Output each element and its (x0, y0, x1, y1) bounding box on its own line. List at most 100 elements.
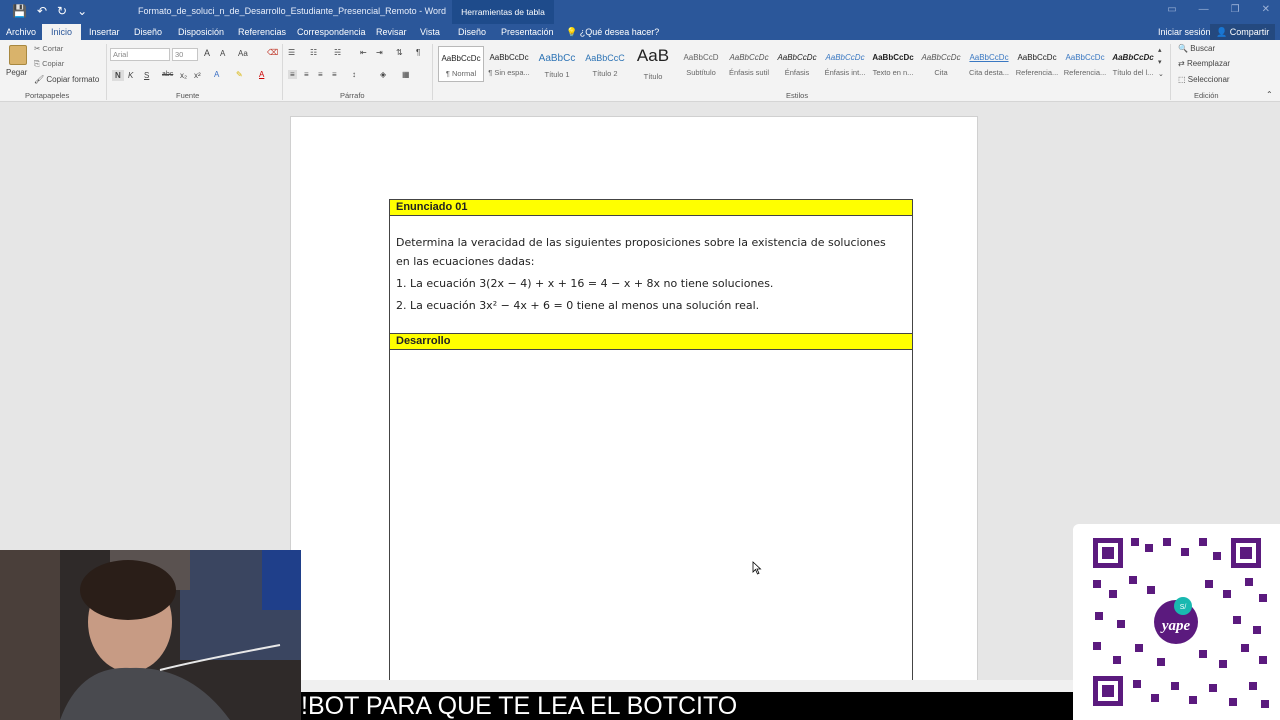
close-icon[interactable]: ✕ (1262, 4, 1270, 15)
tab-disposicion[interactable]: Disposición (178, 24, 224, 40)
numbering-icon[interactable]: ☷ (310, 48, 317, 57)
intro-text-line1[interactable]: Determina la veracidad de las siguientes… (396, 236, 886, 249)
format-painter-button[interactable]: 🖌 Copiar formato (34, 75, 99, 84)
bold-button[interactable]: N (112, 70, 124, 81)
align-left-icon[interactable]: ≡ (288, 70, 297, 79)
webcam-person-image (0, 550, 301, 720)
sign-in-link[interactable]: Iniciar sesión (1158, 24, 1211, 40)
tab-insertar[interactable]: Insertar (89, 24, 120, 40)
style-item[interactable]: AaBbCc Título 1 (534, 46, 580, 82)
style-name: Título del l... (1112, 68, 1154, 77)
style-item[interactable]: AaBbCcDc Cita desta... (966, 46, 1012, 82)
tab-correspondencia[interactable]: Correspondencia (297, 24, 366, 40)
gallery-more-icon[interactable]: ⌄ (1158, 70, 1164, 78)
font-color-icon[interactable]: A (259, 70, 264, 79)
shading-icon[interactable]: ◈ (380, 70, 386, 79)
style-item[interactable]: AaBbCcD Subtítulo (678, 46, 724, 82)
strikethrough-button[interactable]: abc (162, 71, 173, 78)
superscript-button[interactable]: x² (194, 71, 201, 80)
ribbon-options-icon[interactable]: ▭ (1167, 4, 1176, 15)
tab-presentacion[interactable]: Presentación (501, 24, 554, 40)
style-item[interactable]: AaBbCcDc Énfasis int... (822, 46, 868, 82)
share-button[interactable]: 👤 Compartir (1210, 24, 1276, 40)
cut-button[interactable]: ✂ Cortar (34, 44, 63, 53)
tell-me-text: ¿Qué desea hacer? (579, 27, 660, 37)
gallery-scroll-down-icon[interactable]: ▾ (1158, 58, 1162, 66)
style-item[interactable]: AaBbCcDc Referencia... (1062, 46, 1108, 82)
style-item[interactable]: AaBbCcDc Cita (918, 46, 964, 82)
redo-icon[interactable]: ↻ (57, 4, 67, 18)
undo-icon[interactable]: ↶ (37, 4, 47, 18)
style-item[interactable]: AaBbCcDc Énfasis (774, 46, 820, 82)
find-button[interactable]: 🔍 Buscar (1178, 44, 1215, 53)
style-item[interactable]: AaB Título (630, 46, 676, 82)
tab-vista[interactable]: Vista (420, 24, 440, 40)
show-marks-button[interactable]: ¶ (416, 48, 420, 57)
copy-button[interactable]: ⎘ Copiar (34, 59, 64, 69)
tell-me-box[interactable]: 💡 ¿Qué desea hacer? (566, 24, 659, 40)
paste-button[interactable]: Pegar (6, 68, 27, 77)
highlight-icon[interactable]: ✎ (236, 70, 243, 79)
sort-icon[interactable]: ⇅ (396, 48, 403, 57)
tab-table-diseno[interactable]: Diseño (458, 24, 486, 40)
separator (106, 44, 107, 100)
proposition-1[interactable]: 1. La ecuación 3(2x − 4) + x + 16 = 4 − … (396, 277, 773, 290)
text-effects-icon[interactable]: A (214, 70, 219, 79)
window-controls: ▭ — ❐ ✕ (1167, 4, 1270, 15)
decrease-indent-icon[interactable]: ⇤ (360, 48, 367, 57)
style-sample: AaB (636, 46, 670, 65)
tab-diseno[interactable]: Diseño (134, 24, 162, 40)
status-bar (301, 680, 1073, 692)
style-item[interactable]: AaBbCcDc Énfasis sutil (726, 46, 772, 82)
justify-icon[interactable]: ≡ (332, 70, 337, 79)
intro-text-line2[interactable]: en las ecuaciones dadas: (396, 255, 534, 268)
proposition-2[interactable]: 2. La ecuación 3x² − 4x + 6 = 0 tiene al… (396, 299, 759, 312)
table-header-desarrollo[interactable]: Desarrollo (389, 333, 913, 350)
italic-button[interactable]: K (128, 71, 133, 80)
customize-qa-icon[interactable]: ⌄ (77, 4, 87, 18)
style-sample: AaBbCcDc (1017, 53, 1057, 62)
borders-icon[interactable]: ▦ (402, 70, 410, 79)
collapse-ribbon-icon[interactable]: ⌃ (1266, 90, 1273, 99)
style-item[interactable]: AaBbCcDc ¶ Normal (438, 46, 484, 82)
style-item[interactable]: AaBbCcDc Referencia... (1014, 46, 1060, 82)
tab-inicio[interactable]: Inicio (42, 24, 82, 40)
minimize-icon[interactable]: — (1199, 4, 1209, 15)
select-button[interactable]: ⬚ Seleccionar (1178, 75, 1230, 84)
save-icon[interactable]: 💾 (12, 4, 27, 18)
grow-font-button[interactable]: A (204, 48, 210, 58)
font-family-combo[interactable]: Arial (110, 48, 170, 61)
style-name: Cita (934, 68, 948, 77)
table-header-enunciado[interactable]: Enunciado 01 (389, 199, 913, 216)
bullets-icon[interactable]: ☰ (288, 48, 295, 57)
qr-code-panel: S/ yape (1073, 524, 1280, 720)
style-item[interactable]: AaBbCcDc Título del l... (1110, 46, 1156, 82)
multilevel-list-icon[interactable]: ☵ (334, 48, 341, 57)
maximize-icon[interactable]: ❐ (1231, 4, 1240, 15)
style-name: Referencia... (1015, 68, 1059, 77)
style-item[interactable]: AaBbCcDc ¶ Sin espa... (486, 46, 532, 82)
align-right-icon[interactable]: ≡ (318, 70, 323, 79)
subscript-button[interactable]: x₂ (180, 71, 187, 80)
style-item[interactable]: AaBbCcDc Texto en n... (870, 46, 916, 82)
shrink-font-button[interactable]: A (220, 49, 225, 58)
style-sample: AaBbCcDc (489, 53, 529, 62)
paste-icon[interactable] (9, 45, 27, 65)
gallery-scroll-up-icon[interactable]: ▴ (1158, 46, 1162, 54)
tab-revisar[interactable]: Revisar (376, 24, 407, 40)
align-center-icon[interactable]: ≡ (304, 70, 309, 79)
style-item[interactable]: AaBbCcC Título 2 (582, 46, 628, 82)
select-label: Seleccionar (1187, 75, 1230, 84)
tab-referencias[interactable]: Referencias (238, 24, 286, 40)
style-name: Subtítulo (686, 68, 716, 77)
underline-button[interactable]: S (144, 71, 149, 80)
tab-archivo[interactable]: Archivo (6, 24, 36, 40)
content-table[interactable] (389, 199, 913, 689)
font-size-combo[interactable]: 30 (172, 48, 198, 61)
document-page[interactable]: Enunciado 01 Determina la veracidad de l… (290, 116, 978, 689)
replace-button[interactable]: ⇄ Reemplazar (1178, 59, 1230, 68)
change-case-button[interactable]: Aa (238, 49, 248, 58)
increase-indent-icon[interactable]: ⇥ (376, 48, 383, 57)
clear-format-icon[interactable]: ⌫ (267, 48, 278, 57)
line-spacing-icon[interactable]: ↕ (352, 70, 356, 79)
